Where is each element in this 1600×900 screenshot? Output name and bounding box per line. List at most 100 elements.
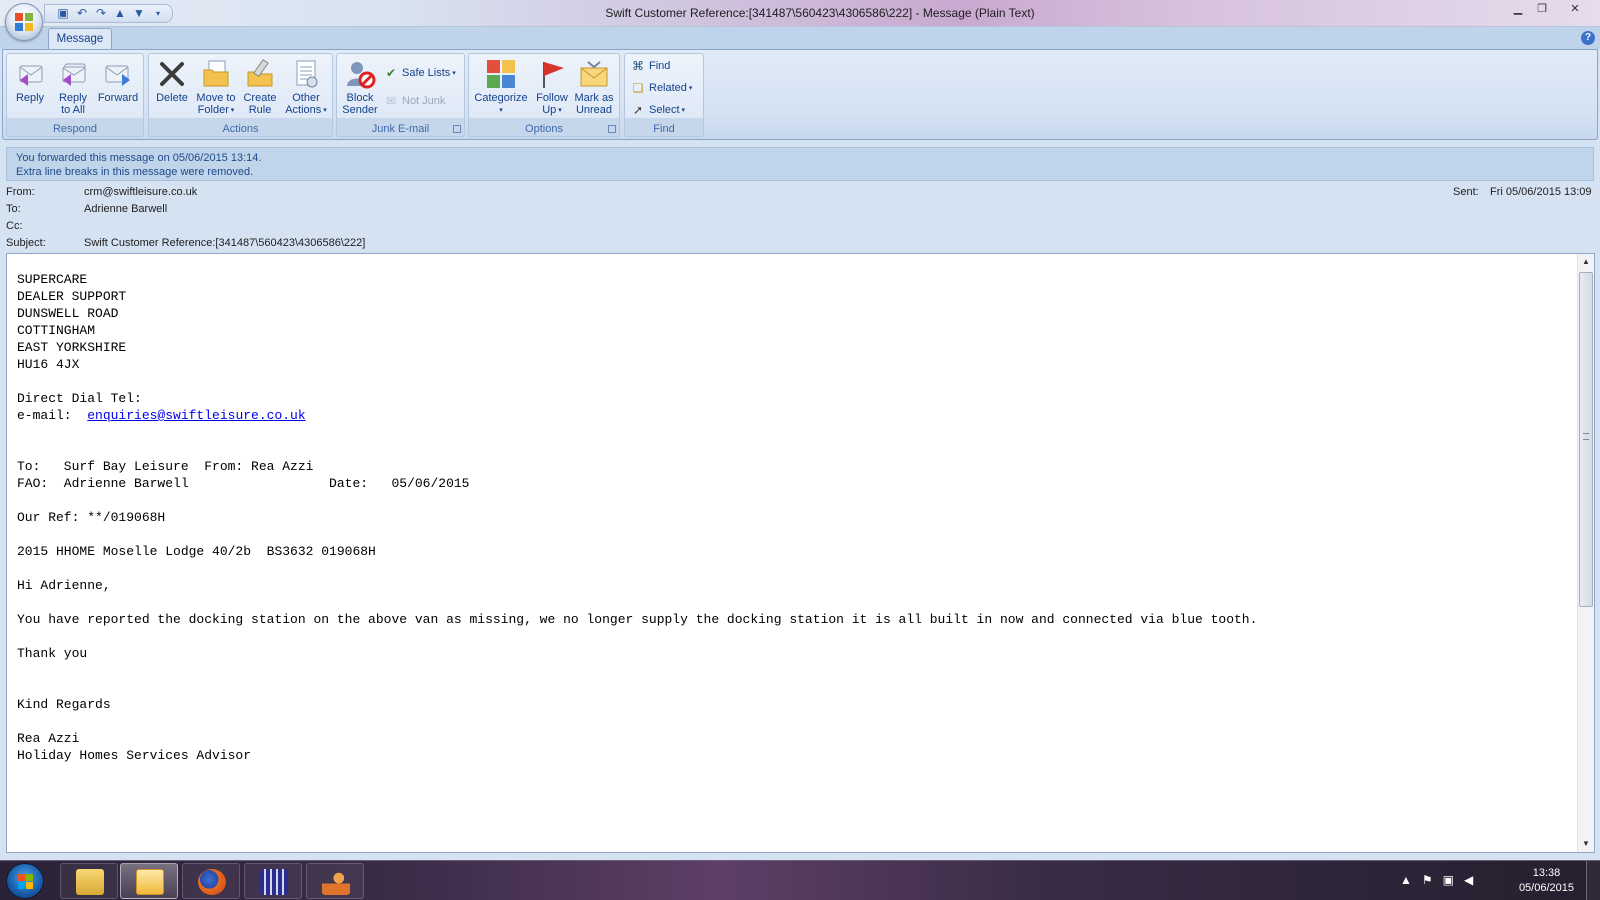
- action-center-flag-icon[interactable]: ⚑: [1422, 873, 1443, 887]
- scroll-thumb[interactable]: [1579, 272, 1593, 607]
- not-junk-button[interactable]: ✉ Not Junk: [383, 92, 445, 110]
- safe-lists-label: Safe Lists: [402, 67, 451, 79]
- block-sender-button[interactable]: Block Sender: [340, 58, 380, 116]
- reply-all-button[interactable]: Reply to All: [54, 58, 92, 116]
- close-icon[interactable]: ✕: [1554, 0, 1596, 18]
- message-main-text: To: Surf Bay Leisure From: Rea Azzi FAO:…: [17, 459, 1258, 763]
- show-desktop-button[interactable]: [1586, 861, 1600, 900]
- tray-icons: ▲⚑▣◀: [1400, 873, 1483, 887]
- grid-app-icon: [260, 869, 288, 895]
- sent-label: Sent:: [1453, 186, 1479, 198]
- restore-icon[interactable]: ❐: [1530, 0, 1554, 18]
- other-actions-button[interactable]: Other Actions ▾: [283, 58, 329, 117]
- reply-label: Reply: [15, 92, 45, 104]
- group-label-actions: Actions: [222, 123, 259, 135]
- find-label: Find: [649, 60, 671, 72]
- ribbon: Reply Reply to All Forward Respond Delet…: [2, 49, 1598, 140]
- title-bar: ▣ ↶ ↷ ▲ ▼ ▾ Swift Customer Reference:[34…: [0, 0, 1600, 41]
- ribbon-tabstrip: Message ?: [0, 27, 1600, 49]
- volume-icon[interactable]: ◀: [1464, 873, 1483, 887]
- delete-label: Delete: [156, 92, 188, 104]
- taskbar-contacts[interactable]: [306, 863, 364, 899]
- mark-as-unread-button[interactable]: Mark as Unread: [571, 58, 617, 116]
- contacts-icon: [322, 869, 350, 895]
- block-sender-label-2: Sender: [342, 104, 378, 116]
- scroll-down-icon[interactable]: ▼: [1578, 836, 1594, 852]
- info-bar[interactable]: You forwarded this message on 05/06/2015…: [6, 147, 1594, 181]
- mark-as-unread-label-2: Unread: [575, 104, 613, 116]
- taskbar-app-grid[interactable]: [244, 863, 302, 899]
- create-rule-label-2: Rule: [248, 104, 272, 116]
- options-dialog-launcher-icon[interactable]: [608, 125, 616, 133]
- create-rule-button[interactable]: Create Rule: [241, 58, 279, 116]
- categorize-icon: [485, 58, 517, 90]
- group-label-junk-email: Junk E-mail: [371, 123, 430, 135]
- categorize-label: Categorize: [474, 92, 528, 104]
- mark-as-unread-label-1: Mark as: [574, 92, 614, 104]
- follow-up-flag-icon: [536, 58, 568, 90]
- taskbar-firefox[interactable]: [182, 863, 240, 899]
- info-forwarded: You forwarded this message on 05/06/2015…: [16, 152, 262, 164]
- group-find: ⌘ Find ❏ Related ▾ ➚ Select ▾ Find: [624, 53, 704, 137]
- move-to-folder-label-1: Move to: [196, 92, 236, 104]
- message-body[interactable]: SUPERCARE DEALER SUPPORT DUNSWELL ROAD C…: [6, 253, 1595, 853]
- cursor-icon: ➚: [632, 103, 644, 118]
- related-button[interactable]: ❏ Related ▾: [630, 79, 693, 97]
- taskbar-outlook[interactable]: [120, 863, 178, 899]
- reply-button[interactable]: Reply: [11, 58, 49, 104]
- start-button[interactable]: [6, 863, 44, 899]
- taskbar-explorer[interactable]: [60, 863, 118, 899]
- categorize-button[interactable]: Categorize ▾: [472, 58, 530, 117]
- info-line-breaks: Extra line breaks in this message were r…: [16, 166, 254, 178]
- office-button[interactable]: [5, 3, 43, 41]
- other-actions-icon: [290, 58, 322, 90]
- tab-message[interactable]: Message: [48, 28, 112, 49]
- office-logo-icon: [15, 13, 33, 31]
- firefox-icon: [198, 869, 226, 895]
- network-icon[interactable]: ▣: [1443, 873, 1464, 887]
- other-actions-label-2: Actions: [285, 104, 322, 116]
- block-sender-icon: [344, 58, 376, 90]
- vertical-scrollbar[interactable]: ▲ ▼: [1577, 254, 1594, 852]
- scroll-up-icon[interactable]: ▲: [1578, 254, 1594, 270]
- email-link[interactable]: enquiries@swiftleisure.co.uk: [87, 408, 305, 423]
- show-hidden-icons-icon[interactable]: ▲: [1400, 873, 1422, 887]
- sender-address-block: SUPERCARE DEALER SUPPORT DUNSWELL ROAD C…: [17, 272, 142, 406]
- not-junk-label: Not Junk: [402, 95, 446, 107]
- create-rule-icon: [244, 58, 276, 90]
- block-sender-label-1: Block: [346, 92, 374, 104]
- minimize-icon[interactable]: ▁: [1506, 0, 1530, 18]
- to-value[interactable]: Adrienne Barwell: [84, 203, 167, 215]
- move-to-folder-label-2: Folder: [197, 104, 229, 116]
- select-button[interactable]: ➚ Select ▾: [630, 101, 685, 119]
- other-actions-label-1: Other: [292, 92, 320, 104]
- group-actions: Delete Move to Folder ▾ Create Rule Othe…: [148, 53, 333, 137]
- delete-button[interactable]: Delete: [152, 58, 192, 104]
- group-junk-email: Block Sender ✔ Safe Lists ▾ ✉ Not Junk Jun…: [336, 53, 465, 137]
- not-junk-icon: ✉: [385, 94, 397, 109]
- reply-all-icon: [57, 58, 89, 90]
- delete-icon: [156, 58, 188, 90]
- forward-button[interactable]: Forward: [95, 58, 141, 104]
- safe-lists-icon: ✔: [385, 66, 397, 81]
- reply-all-label-2: to All: [61, 104, 85, 116]
- forward-icon: [102, 58, 134, 90]
- from-value[interactable]: crm@swiftleisure.co.uk: [84, 186, 197, 198]
- window-controls: ▁ ❐ ✕: [1506, 0, 1596, 18]
- help-icon[interactable]: ?: [1581, 31, 1595, 45]
- reply-icon: [14, 58, 46, 90]
- move-to-folder-icon: [200, 58, 232, 90]
- subject-value: Swift Customer Reference:[341487\560423\…: [84, 237, 366, 249]
- junk-email-dialog-launcher-icon[interactable]: [453, 125, 461, 133]
- follow-up-button[interactable]: Follow Up ▾: [532, 58, 572, 117]
- safe-lists-button[interactable]: ✔ Safe Lists ▾: [383, 64, 456, 82]
- move-to-folder-button[interactable]: Move to Folder ▾: [193, 58, 239, 117]
- clock[interactable]: 13:38 05/06/2015: [1519, 866, 1574, 896]
- window-title: Swift Customer Reference:[341487\560423\…: [605, 6, 1035, 20]
- mark-as-unread-icon: [578, 58, 610, 90]
- reply-all-label-1: Reply: [58, 92, 88, 104]
- follow-up-label-1: Follow: [536, 92, 568, 104]
- windows-logo-icon: [18, 874, 34, 890]
- find-button[interactable]: ⌘ Find: [630, 57, 670, 75]
- sent-value: Fri 05/06/2015 13:09: [1490, 186, 1592, 198]
